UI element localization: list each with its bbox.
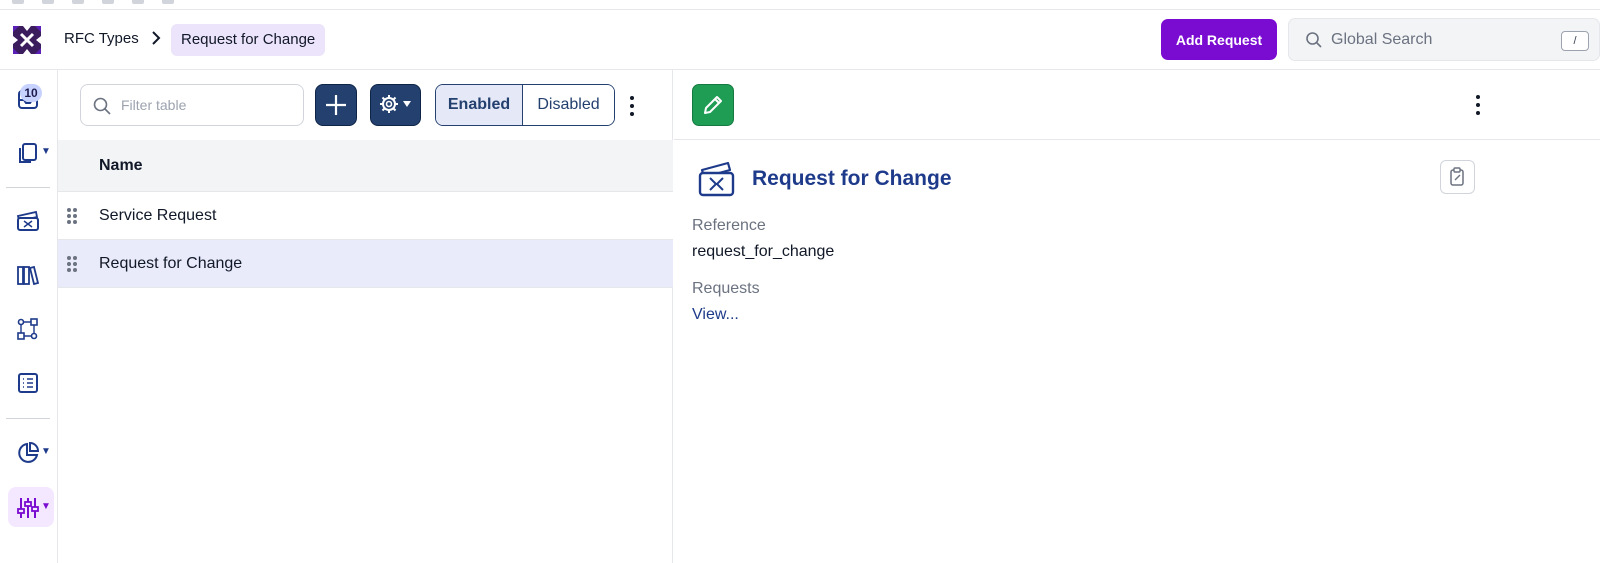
requests-label: Requests [692, 280, 760, 297]
settings-sliders-icon [17, 498, 39, 518]
detail-more-options-icon[interactable] [1468, 90, 1488, 120]
nav-divider [6, 418, 50, 419]
chevron-down-icon [403, 101, 411, 107]
reports-icon [18, 441, 40, 463]
global-search-input[interactable]: Global Search / [1288, 18, 1600, 61]
nav-documents[interactable]: ▼ [8, 132, 54, 172]
search-shortcut-key: / [1561, 31, 1589, 51]
search-icon [1306, 32, 1322, 48]
detail-pane: Request for Change Reference request_for… [674, 70, 1600, 563]
app-header: RFC Types Request for Change Add Request… [0, 10, 1600, 70]
window-control [72, 0, 84, 4]
drag-handle-icon[interactable] [67, 256, 77, 272]
window-control [132, 0, 144, 4]
drag-handle-icon[interactable] [67, 208, 77, 224]
filter-table-field[interactable] [80, 84, 304, 126]
window-control [102, 0, 114, 4]
filter-table-input[interactable] [121, 95, 291, 115]
add-request-button[interactable]: Add Request [1161, 19, 1277, 60]
global-search-placeholder: Global Search [1331, 31, 1433, 48]
chevron-right-icon [152, 31, 161, 45]
pencil-icon [704, 96, 722, 114]
nav-lists[interactable] [8, 362, 54, 402]
window-control [42, 0, 54, 4]
nav-inbox[interactable]: 10 [8, 78, 54, 118]
row-name: Request for Change [99, 255, 243, 272]
chevron-down-icon: ▼ [41, 501, 51, 512]
list-more-options-icon[interactable] [622, 91, 642, 121]
reference-value: request_for_change [692, 243, 835, 260]
copy-button[interactable] [1440, 160, 1475, 194]
plus-icon [326, 95, 346, 115]
table-row-selected[interactable]: Request for Change [58, 240, 673, 288]
view-requests-link[interactable]: View... [692, 306, 739, 324]
toggle-enabled[interactable]: Enabled [436, 85, 523, 125]
detail-toolbar [674, 70, 1600, 140]
breadcrumb-current: Request for Change [171, 24, 326, 56]
column-settings-button[interactable] [370, 84, 421, 126]
add-type-button[interactable] [315, 84, 357, 126]
table-header: Name [58, 140, 673, 192]
nav-reports[interactable]: ▼ [8, 432, 54, 472]
window-control [12, 0, 24, 4]
edit-button[interactable] [692, 84, 734, 126]
list-icon [18, 373, 38, 393]
clipboard-icon [1450, 167, 1464, 186]
table-row[interactable]: Service Request [58, 192, 673, 240]
toggle-disabled[interactable]: Disabled [523, 85, 614, 125]
chevron-down-icon: ▼ [41, 146, 51, 157]
documents-icon [19, 143, 37, 163]
window-top-strip [0, 0, 1600, 10]
left-navigation: 10 ▼ ▼ ▼ [0, 70, 58, 563]
inbox-count-badge: 10 [20, 84, 42, 102]
breadcrumb-rfc-types[interactable]: RFC Types [64, 30, 139, 47]
chevron-down-icon: ▼ [41, 446, 51, 457]
detail-title: Request for Change [752, 167, 952, 190]
enabled-disabled-toggle: Enabled Disabled [435, 84, 615, 126]
nav-library[interactable] [8, 254, 54, 294]
window-control [162, 0, 174, 4]
nav-workflow[interactable] [8, 308, 54, 348]
nav-settings[interactable]: ▼ [8, 487, 54, 527]
nav-tickets[interactable] [8, 200, 54, 240]
app-logo-icon[interactable] [10, 23, 44, 57]
rfc-types-list-pane: Enabled Disabled Name Service Request Re… [58, 70, 673, 563]
nav-divider [6, 187, 50, 188]
row-name: Service Request [99, 207, 217, 224]
reference-label: Reference [692, 217, 766, 234]
ticket-icon [698, 161, 735, 197]
search-icon [93, 97, 111, 115]
column-header-name[interactable]: Name [99, 157, 143, 175]
library-icon [17, 265, 40, 286]
ticket-icon [16, 210, 39, 231]
gear-icon [380, 95, 411, 113]
workflow-icon [17, 318, 38, 340]
